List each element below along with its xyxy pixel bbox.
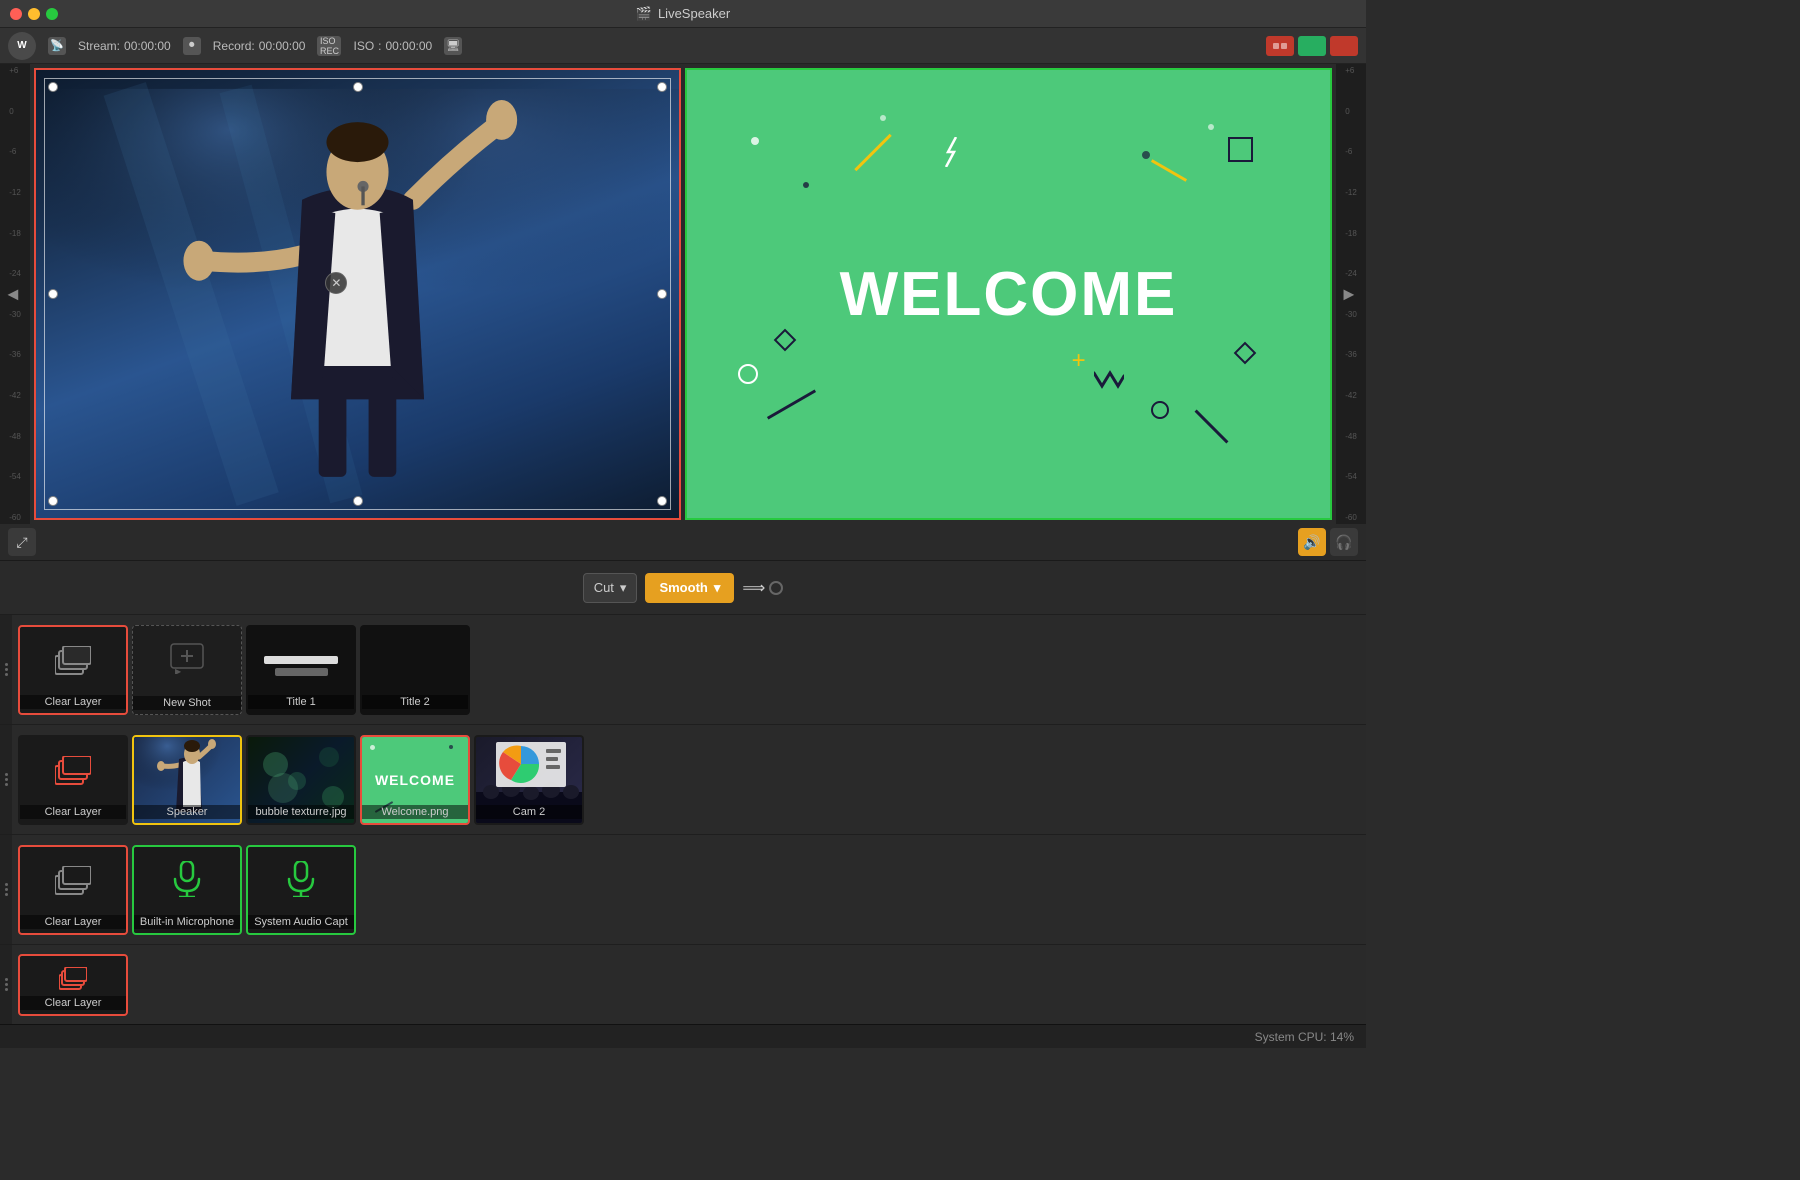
record-icon[interactable]: ⏺ [183, 37, 201, 55]
shot-card-cam2[interactable]: Cam 2 [474, 735, 584, 825]
wifi-icon[interactable]: 📡 [48, 37, 66, 55]
layer-2-items: Clear Layer [12, 725, 590, 834]
wc-green2-button[interactable] [1330, 36, 1358, 56]
shot-card-speaker[interactable]: Speaker [132, 735, 242, 825]
bubble-card-label: bubble texturre.jpg [248, 805, 354, 819]
collapse-right-arrow[interactable]: ▶ [1344, 286, 1359, 303]
cpu-status: System CPU: 14% [1255, 1030, 1354, 1044]
shot-card-new-shot[interactable]: ▶ New Shot [132, 625, 242, 715]
zigzag-icon [1094, 368, 1124, 393]
vu-meter-left: ◀ +6 0 -6 -12 -18 -24 -30 -36 -42 -48 -5… [0, 64, 30, 524]
speaker-card-label: Speaker [134, 805, 240, 819]
drag-handle-4[interactable] [0, 945, 12, 1024]
clear-layer-icon-2 [55, 756, 91, 786]
title-icon: 🎬 [636, 6, 652, 22]
minimize-button[interactable] [28, 8, 40, 20]
clear-layer-icon-3 [55, 866, 91, 896]
transform-tool-icon[interactable]: ⤢ [8, 528, 36, 556]
layer-row-4: Clear Layer [0, 944, 1366, 1024]
transition-arrow[interactable]: ⟹ [742, 578, 783, 598]
clear-layer-1-label: Clear Layer [20, 695, 126, 709]
audio-control-icons: 🔊 🎧 [1298, 528, 1358, 556]
main-video-area: ◀ +6 0 -6 -12 -18 -24 -30 -36 -42 -48 -5… [0, 64, 1366, 524]
transition-circle [769, 581, 783, 595]
shot-card-clear-layer-1[interactable]: Clear Layer [18, 625, 128, 715]
iso-timer: ISO: 00:00:00 [353, 39, 432, 53]
preview-panel[interactable]: ✕ [34, 68, 681, 520]
welcome-card-text: WELCOME [375, 772, 455, 788]
bottom-tool-row: ⤢ 🔊 🎧 [0, 524, 1366, 560]
welcome-text: WELCOME [840, 259, 1178, 330]
output-panel[interactable]: + WELCOME [685, 68, 1332, 520]
iso-icon[interactable]: ISOREC [317, 36, 341, 56]
layer-4-items: Clear Layer [12, 945, 134, 1024]
clear-layer-icon-1 [55, 646, 91, 676]
drag-handle-2[interactable] [0, 725, 12, 834]
wc-red-button[interactable] [1266, 36, 1294, 56]
shot-card-welcome[interactable]: WELCOME Welcome.png [360, 735, 470, 825]
smooth-button[interactable]: Smooth ▾ [645, 573, 734, 603]
status-bar: System CPU: 14% [0, 1024, 1366, 1048]
title1-label: Title 1 [248, 695, 354, 709]
layer-row-1: Clear Layer ▶ New Shot Title 1 [0, 614, 1366, 724]
layer-row-3: Clear Layer Built-in Microphone [0, 834, 1366, 944]
shot-card-bubble[interactable]: bubble texturre.jpg [246, 735, 356, 825]
video-panels: ✕ [30, 64, 1336, 524]
new-shot-label: New Shot [133, 696, 241, 710]
clear-layer-2-label: Clear Layer [20, 805, 126, 819]
speaker-button[interactable]: 🔊 [1298, 528, 1326, 556]
smooth-dropdown-icon: ▾ [714, 580, 721, 596]
shot-card-clear-layer-3[interactable]: Clear Layer [18, 845, 128, 935]
svg-text:▶: ▶ [175, 667, 182, 674]
titlebar: 🎬 LiveSpeaker [0, 0, 1366, 28]
clear-layer-3-label: Clear Layer [20, 915, 126, 929]
app-logo[interactable]: W [8, 32, 36, 60]
shot-card-title1[interactable]: Title 1 [246, 625, 356, 715]
cut-select[interactable]: Cut ▾ [583, 573, 638, 603]
stream-timer: Stream: 00:00:00 [78, 39, 171, 53]
layer-3-items: Clear Layer Built-in Microphone [12, 835, 362, 944]
speaker-video [36, 70, 679, 518]
mic-icon [171, 861, 203, 900]
toolbar: W 📡 Stream: 00:00:00 ⏺ Record: 00:00:00 … [0, 28, 1366, 64]
title1-bar-mid [275, 668, 328, 676]
title2-label: Title 2 [362, 695, 468, 709]
drag-handle-3[interactable] [0, 835, 12, 944]
close-button[interactable] [10, 8, 22, 20]
headphone-button[interactable]: 🎧 [1330, 528, 1358, 556]
record-timer: Record: 00:00:00 [213, 39, 306, 53]
layer-1-items: Clear Layer ▶ New Shot Title 1 [12, 615, 476, 724]
title1-bar-top [264, 656, 338, 664]
layer-row-2: Clear Layer [0, 724, 1366, 834]
builtin-mic-label: Built-in Microphone [134, 915, 240, 929]
welcome-card-label: Welcome.png [362, 805, 468, 819]
new-shot-icon: ▶ [169, 642, 205, 680]
transition-bar: Cut ▾ Smooth ▾ ⟹ [0, 560, 1366, 614]
lightning-icon [944, 137, 964, 167]
shot-card-builtin-mic[interactable]: Built-in Microphone [132, 845, 242, 935]
cam2-card-label: Cam 2 [476, 805, 582, 819]
system-audio-label: System Audio Capt [248, 915, 354, 929]
cut-dropdown-icon: ▾ [620, 580, 627, 596]
shot-card-clear-layer-4[interactable]: Clear Layer [18, 954, 128, 1016]
drag-handle-1[interactable] [0, 615, 12, 724]
shot-card-clear-layer-2[interactable]: Clear Layer [18, 735, 128, 825]
maximize-button[interactable] [46, 8, 58, 20]
monitor-icon[interactable]: 🖥 [444, 37, 462, 55]
system-audio-icon [285, 861, 317, 900]
clear-layer-4-label: Clear Layer [20, 996, 126, 1010]
wc-green1-button[interactable] [1298, 36, 1326, 56]
clear-layer-icon-4 [59, 967, 87, 991]
collapse-left-arrow[interactable]: ◀ [8, 286, 23, 303]
app-title: 🎬 LiveSpeaker [636, 6, 730, 22]
layers-area: Clear Layer ▶ New Shot Title 1 [0, 614, 1366, 1024]
titlebar-window-buttons[interactable] [1266, 36, 1358, 56]
shot-card-system-audio[interactable]: System Audio Capt [246, 845, 356, 935]
shot-card-title2[interactable]: Title 2 [360, 625, 470, 715]
vu-meter-right: ▶ +6 0 -6 -12 -18 -24 -30 -36 -42 -48 -5… [1336, 64, 1366, 524]
window-controls[interactable] [10, 8, 58, 20]
welcome-background: + WELCOME [687, 70, 1330, 518]
